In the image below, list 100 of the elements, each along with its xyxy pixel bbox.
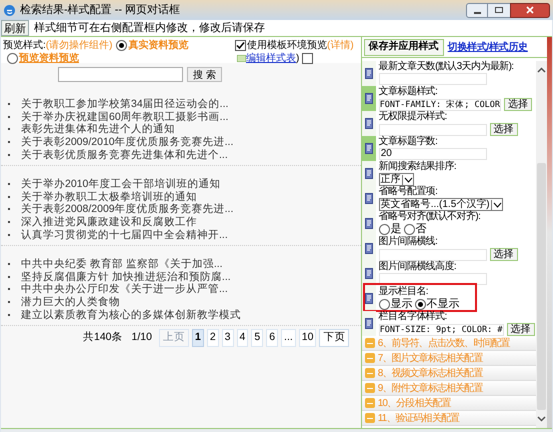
page-button[interactable]: 3 [222, 328, 234, 347]
expand-icon [364, 413, 375, 423]
radio-button[interactable] [378, 298, 390, 310]
radio-label: 不显示 [426, 298, 460, 310]
news-link[interactable]: 中共中央纪委 教育部 监察部《关于加强... [21, 258, 223, 270]
page-button[interactable]: 2 [206, 328, 219, 347]
page-button[interactable]: 5 [251, 328, 264, 347]
document-icon [364, 193, 373, 204]
browser-icon [3, 4, 16, 16]
window-title: 检索结果-样式配置 -- 网页对话框 [20, 2, 180, 18]
save-button[interactable]: 保存并应用样式 [364, 38, 444, 56]
chevron-down-icon[interactable] [537, 416, 546, 422]
setting-label: 显示栏目名: [378, 286, 429, 297]
refresh-button[interactable]: 刷新 [1, 20, 29, 36]
style-field[interactable]: FONT-SIZE: 9pt; COLOR: # [378, 324, 504, 336]
page-button[interactable]: 6 [266, 328, 278, 347]
close-button[interactable] [510, 2, 550, 18]
document-icon [364, 68, 373, 79]
dropdown[interactable]: 正序 [378, 173, 414, 186]
style-field[interactable]: FONT-FAMILY: 宋体; COLOR [378, 98, 502, 110]
total-count: 共140条 [83, 330, 123, 345]
document-icon [364, 218, 373, 229]
search-button[interactable]: 搜 索 [187, 67, 222, 82]
radio-label: 否 [416, 223, 427, 235]
radio-label: 是 [390, 223, 402, 235]
news-link[interactable]: 认真学习贯彻党的十七届四中全会精神开... [21, 228, 228, 241]
search-field[interactable] [58, 67, 183, 82]
radio-button[interactable] [404, 224, 415, 234]
expand-icon [364, 353, 375, 363]
radio-button[interactable] [7, 53, 18, 64]
document-icon [364, 93, 373, 104]
choose-button[interactable]: 选择 [490, 248, 518, 261]
news-link[interactable]: 关于教职工参加学校第34届田径运动会的... [21, 98, 228, 110]
news-link[interactable]: 表彰先进集体和先进个人的通知 [21, 123, 175, 136]
document-icon [364, 118, 373, 129]
dropdown-arrow-icon [490, 200, 502, 210]
radio-button[interactable] [414, 298, 426, 310]
news-link[interactable]: 坚持反腐倡廉方针 加快推进惩治和预防腐... [21, 270, 231, 283]
page-button[interactable]: 4 [236, 328, 248, 347]
document-icon [364, 168, 373, 179]
template-preview-label: 使用模板环境预览 [247, 40, 327, 51]
choose-button[interactable]: 选择 [490, 123, 518, 136]
setting-label: 图片间隔横线: [378, 236, 438, 247]
setting-label: 栏目名字体样式: [378, 311, 448, 322]
setting-label: 最新文章天数(默认3天内为最新): [378, 61, 514, 72]
radio-button[interactable] [116, 40, 128, 51]
dropdown[interactable]: 英文省略号...(1.5个汉字) [378, 198, 503, 211]
page-indicator: 1/10 [132, 330, 152, 345]
style-field[interactable] [378, 248, 487, 260]
choose-button[interactable]: 选择 [504, 98, 532, 111]
switch-style-link[interactable]: 切换样式/样式历史 [448, 40, 528, 54]
document-icon [364, 318, 373, 329]
choose-button[interactable]: 选择 [506, 323, 535, 336]
news-link[interactable]: 关于表彰优质服务竞赛先进集体和先进个... [21, 148, 228, 161]
checkbox[interactable] [235, 40, 246, 51]
expand-icon [364, 368, 375, 378]
document-icon [364, 243, 373, 254]
next-page-button[interactable]: 下页 [319, 328, 350, 347]
checkbox[interactable] [302, 53, 314, 64]
preview-label: 预览样式: [3, 40, 46, 51]
text-field[interactable]: 20 [378, 148, 487, 160]
setting-label: 新闻搜索结果排序: [378, 161, 458, 172]
edit-stylesheet-link[interactable]: 编辑样式表 [246, 53, 296, 64]
style-field[interactable] [378, 124, 487, 136]
setting-label: 文章标题样式: [378, 86, 438, 97]
news-link[interactable]: 关于表彰2008/2009年度优质服务竞赛先进... [21, 203, 234, 216]
page-button[interactable]: 1 [192, 328, 204, 347]
news-link[interactable]: 潜力巨大的人类食物 [21, 296, 120, 308]
document-icon [364, 143, 373, 154]
chevron-up-icon[interactable] [537, 67, 546, 73]
scrollbar-thumb[interactable] [537, 163, 546, 410]
radio-button[interactable] [378, 224, 390, 234]
news-link[interactable]: 中共中央办公厅印发《关于进一步从严管... [21, 283, 228, 296]
document-icon [364, 293, 373, 304]
news-link[interactable]: 深入推进党风廉政建设和反腐败工作 [21, 216, 197, 228]
news-link[interactable]: 关于表彰2009/2010年度优质服务竞赛先进... [21, 136, 234, 148]
news-link[interactable]: 建立以素质教育为核心的多媒体创新教学模式 [21, 308, 241, 321]
setting-label: 无权限提示样式: [378, 111, 448, 122]
hint-text: 样式细节可在右侧配置框内修改，修改后请保存 [34, 20, 265, 36]
dropdown-arrow-icon [402, 174, 413, 184]
setting-label: 图片间隔横线高度: [378, 261, 458, 272]
minimize-button[interactable] [466, 2, 488, 18]
setting-label: 省略号配置项: [378, 186, 438, 197]
warning-text: (请勿操作组件) [46, 40, 112, 51]
radio-label: 显示 [390, 298, 413, 310]
setting-label: 省略号对齐(默认不对齐): [378, 211, 482, 222]
closing-paren: ) [296, 53, 300, 64]
maximize-button[interactable] [488, 2, 510, 18]
page-button[interactable]: 10 [298, 328, 316, 347]
expand-icon [364, 338, 375, 348]
document-icon [364, 268, 373, 279]
news-link[interactable]: 关于举办2010年度工会干部培训班的通知 [21, 178, 220, 190]
news-link[interactable]: 关于举办教职工太极拳培训班的通知 [21, 190, 197, 203]
text-field[interactable] [378, 73, 487, 85]
expand-icon [364, 398, 375, 408]
news-link[interactable]: 关于举办庆祝建国60周年教职工摄影书画... [21, 110, 228, 123]
page-button[interactable]: ... [281, 328, 296, 347]
image-icon [237, 55, 246, 62]
expand-icon [364, 383, 375, 393]
scrollbar[interactable] [536, 61, 548, 428]
